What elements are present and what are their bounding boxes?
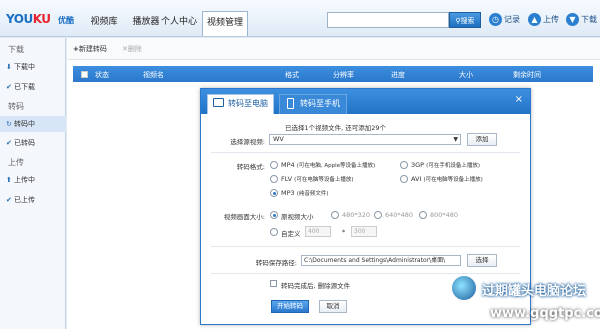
sidebar-item-downloading[interactable]: ⬇ 下载中 — [0, 59, 66, 75]
refresh-icon: ↻ — [6, 120, 12, 128]
chevron-down-icon: ▼ — [453, 136, 458, 143]
column-remaining-time[interactable]: 剩余时间 — [513, 70, 541, 80]
column-video-name[interactable]: 视频名 — [143, 70, 164, 80]
clock-icon: ◷ — [489, 13, 502, 26]
custom-height-input[interactable]: 300 — [351, 226, 377, 237]
phone-icon — [287, 98, 294, 109]
save-path-label: 转码保存路径: — [255, 259, 297, 267]
top-bar: YOUKU 优酷 视频库 播放器 个人中心 视频管理 ⚲搜索 ◷ 记录 ▲ 上传 ▼… — [0, 0, 600, 37]
custom-size-separator: * — [342, 228, 346, 236]
radio-format-avi[interactable] — [400, 175, 408, 183]
sidebar-item-transcoding[interactable]: ↻ 转码中 — [0, 116, 66, 132]
custom-width-input[interactable]: 400 — [305, 226, 331, 237]
radio-format-3gp[interactable] — [400, 161, 408, 169]
radio-format-mp4[interactable] — [270, 161, 278, 169]
sidebar-group-download: 下载 — [8, 45, 24, 54]
sidebar-group-upload: 上传 — [8, 158, 24, 167]
check-icon: ✔ — [6, 83, 12, 91]
delete-source-checkbox[interactable] — [270, 280, 277, 287]
radio-format-flv[interactable] — [270, 175, 278, 183]
format-flv-label: FLV (可在电脑等设备上播放) — [281, 175, 354, 183]
selected-info: 已选择1个视频文件, 还可添加29个 — [285, 124, 387, 132]
toolbar: +新建转码 ✕删除 — [67, 38, 600, 60]
dialog-header: 转码至电脑 转码至手机 × — [201, 89, 530, 114]
format-mp4-label: MP4 (可在电脑, Apple等设备上播放) — [281, 161, 376, 169]
format-avi-label: AVI (可在电脑等设备上播放) — [411, 175, 483, 183]
size-label: 视频画面大小: — [223, 213, 265, 221]
sidebar: 下载 ⬇ 下载中 ✔ 已下载 转码 ↻ 转码中 ✔ 已转码 上传 ⬆ 上传中 ✔ 已上传 — [0, 38, 66, 329]
table-header: 状态 视频名 格式 分辨率 进度 大小 剩余时间 — [73, 66, 593, 82]
delete-source-label: 转码完成后, 删除源文件 — [281, 282, 351, 290]
nav-tab-video-library[interactable]: 视频库 — [87, 12, 121, 32]
radio-format-mp3[interactable] — [270, 189, 278, 197]
check-icon: ✔ — [6, 196, 12, 204]
divider — [211, 152, 520, 153]
size-custom-label: 自定义 — [281, 230, 301, 238]
select-all-checkbox[interactable] — [81, 71, 88, 78]
column-resolution[interactable]: 分辨率 — [333, 70, 354, 80]
browse-button[interactable]: 选择 — [467, 254, 497, 267]
tab-transcode-to-phone[interactable]: 转码至手机 — [279, 94, 347, 114]
radio-size-original[interactable] — [270, 211, 278, 219]
monitor-icon — [213, 98, 224, 107]
column-size[interactable]: 大小 — [459, 70, 473, 80]
cancel-button[interactable]: 取消 — [319, 300, 347, 313]
radio-size-custom[interactable] — [270, 228, 278, 236]
sidebar-item-uploading[interactable]: ⬆ 上传中 — [0, 172, 66, 188]
app-logo-subtitle: 优酷 — [58, 16, 74, 25]
sidebar-item-uploaded[interactable]: ✔ 已上传 — [0, 192, 66, 208]
size-480x320-label: 480*320 — [342, 211, 371, 219]
divider — [211, 246, 520, 247]
download-icon: ⬇ — [6, 63, 12, 71]
format-label: 转码格式: — [236, 163, 265, 171]
column-format[interactable]: 格式 — [285, 70, 299, 80]
delete-button[interactable]: ✕删除 — [122, 44, 142, 54]
download-arrow-icon: ▼ — [566, 13, 579, 26]
nav-tab-video-management[interactable]: 视频管理 — [202, 11, 248, 36]
add-button[interactable]: 添加 — [467, 133, 497, 146]
source-video-select[interactable]: WV ▼ — [269, 134, 461, 145]
new-transcode-button[interactable]: +新建转码 — [73, 44, 107, 54]
check-icon: ✔ — [6, 139, 12, 147]
watermark-url: www.gqgtpc.com — [490, 306, 600, 321]
upload-button[interactable]: ▲ 上传 — [528, 12, 559, 28]
format-3gp-label: 3GP (可在手机设备上播放) — [411, 161, 480, 169]
search-input[interactable] — [327, 12, 449, 28]
record-button[interactable]: ◷ 记录 — [489, 12, 520, 28]
divider — [211, 273, 520, 274]
upload-arrow-icon: ▲ — [528, 13, 541, 26]
size-800x480-label: 800*480 — [430, 211, 459, 219]
upload-icon: ⬆ — [6, 176, 12, 184]
column-progress[interactable]: 进度 — [391, 70, 405, 80]
radio-size-480x320[interactable] — [331, 211, 339, 219]
sidebar-item-downloaded[interactable]: ✔ 已下载 — [0, 79, 66, 95]
start-transcode-button[interactable]: 开始转码 — [271, 300, 309, 313]
nav-tab-personal-center[interactable]: 个人中心 — [158, 12, 200, 32]
search-button[interactable]: ⚲搜索 — [449, 12, 481, 28]
app-logo: YOUKU — [6, 12, 51, 26]
download-button[interactable]: ▼ 下载 — [566, 12, 597, 28]
close-icon[interactable]: × — [515, 94, 523, 105]
tab-transcode-to-pc[interactable]: 转码至电脑 — [207, 94, 274, 114]
format-mp3-label: MP3 (纯音频文件) — [281, 189, 329, 197]
radio-size-800x480[interactable] — [419, 211, 427, 219]
watermark-text: 过期罐头电脑论坛 — [482, 284, 587, 299]
size-original-label: 原视频大小 — [281, 213, 314, 221]
sidebar-item-transcoded[interactable]: ✔ 已转码 — [0, 135, 66, 151]
sidebar-group-transcode: 转码 — [8, 102, 24, 111]
watermark-logo-icon — [450, 274, 478, 302]
source-video-label: 选择源视频: — [230, 138, 265, 146]
save-path-input[interactable]: C:\Documents and Settings\Administrator\… — [301, 255, 461, 266]
radio-size-640x480[interactable] — [374, 211, 382, 219]
column-status[interactable]: 状态 — [95, 70, 109, 80]
size-640x480-label: 640*480 — [385, 211, 414, 219]
